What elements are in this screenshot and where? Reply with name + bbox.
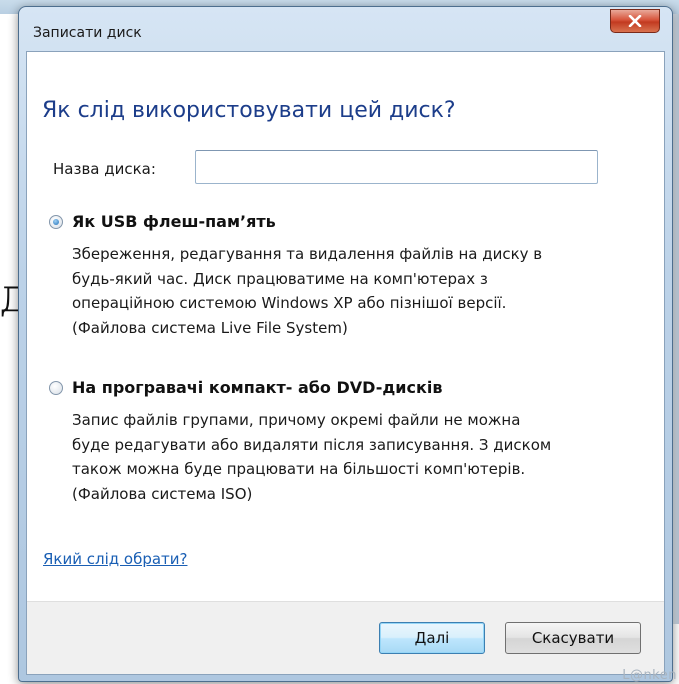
option-cd-dvd-player-title[interactable]: На програвачі компакт- або DVD-дисків — [72, 378, 442, 397]
description-line: Збереження, редагування та видалення фай… — [72, 245, 543, 263]
description-line: буде редагувати або видаляти після запис… — [72, 435, 552, 454]
description-line: (Файлова система ISO) — [72, 484, 253, 503]
description-line: Запис файлів групами, причому окремі фай… — [72, 411, 521, 429]
description-line: також можна буде працювати на більшості … — [72, 460, 526, 478]
watermark: L@nken — [622, 668, 677, 683]
description-line: (Файлова система Live File System) — [72, 318, 348, 337]
dialog-heading: Як слід використовувати цей диск? — [42, 98, 456, 123]
background-window-edge — [673, 14, 679, 624]
cancel-button[interactable]: Скасувати — [505, 622, 641, 654]
option-cd-dvd-player-description: Запис файлів групами, причому окремі фай… — [72, 408, 642, 506]
close-x-icon — [628, 15, 642, 27]
title-bar[interactable]: Записати диск — [19, 7, 672, 51]
window-title: Записати диск — [33, 25, 142, 41]
which-to-choose-link[interactable]: Який слід обрати? — [43, 550, 187, 568]
close-button[interactable] — [610, 9, 660, 33]
radio-usb-flash[interactable] — [49, 215, 63, 229]
option-usb-flash-title[interactable]: Як USB флеш-пам’ять — [72, 212, 276, 231]
option-usb-flash-description: Збереження, редагування та видалення фай… — [72, 242, 642, 340]
description-line: будь-який час. Диск працюватиме на комп'… — [72, 269, 488, 288]
dialog-content: Як слід використовувати цей диск? Назва … — [26, 51, 665, 675]
disc-name-label: Назва диска: — [53, 160, 156, 178]
disc-name-input[interactable] — [195, 150, 598, 184]
next-button[interactable]: Далі — [379, 622, 485, 654]
burn-disc-dialog: Записати диск Як слід використовувати це… — [18, 6, 673, 682]
radio-cd-dvd-player[interactable] — [49, 381, 63, 395]
button-bar: Далі Скасувати — [27, 601, 664, 674]
description-line: операційною системою Windows XP або пізн… — [72, 294, 507, 312]
